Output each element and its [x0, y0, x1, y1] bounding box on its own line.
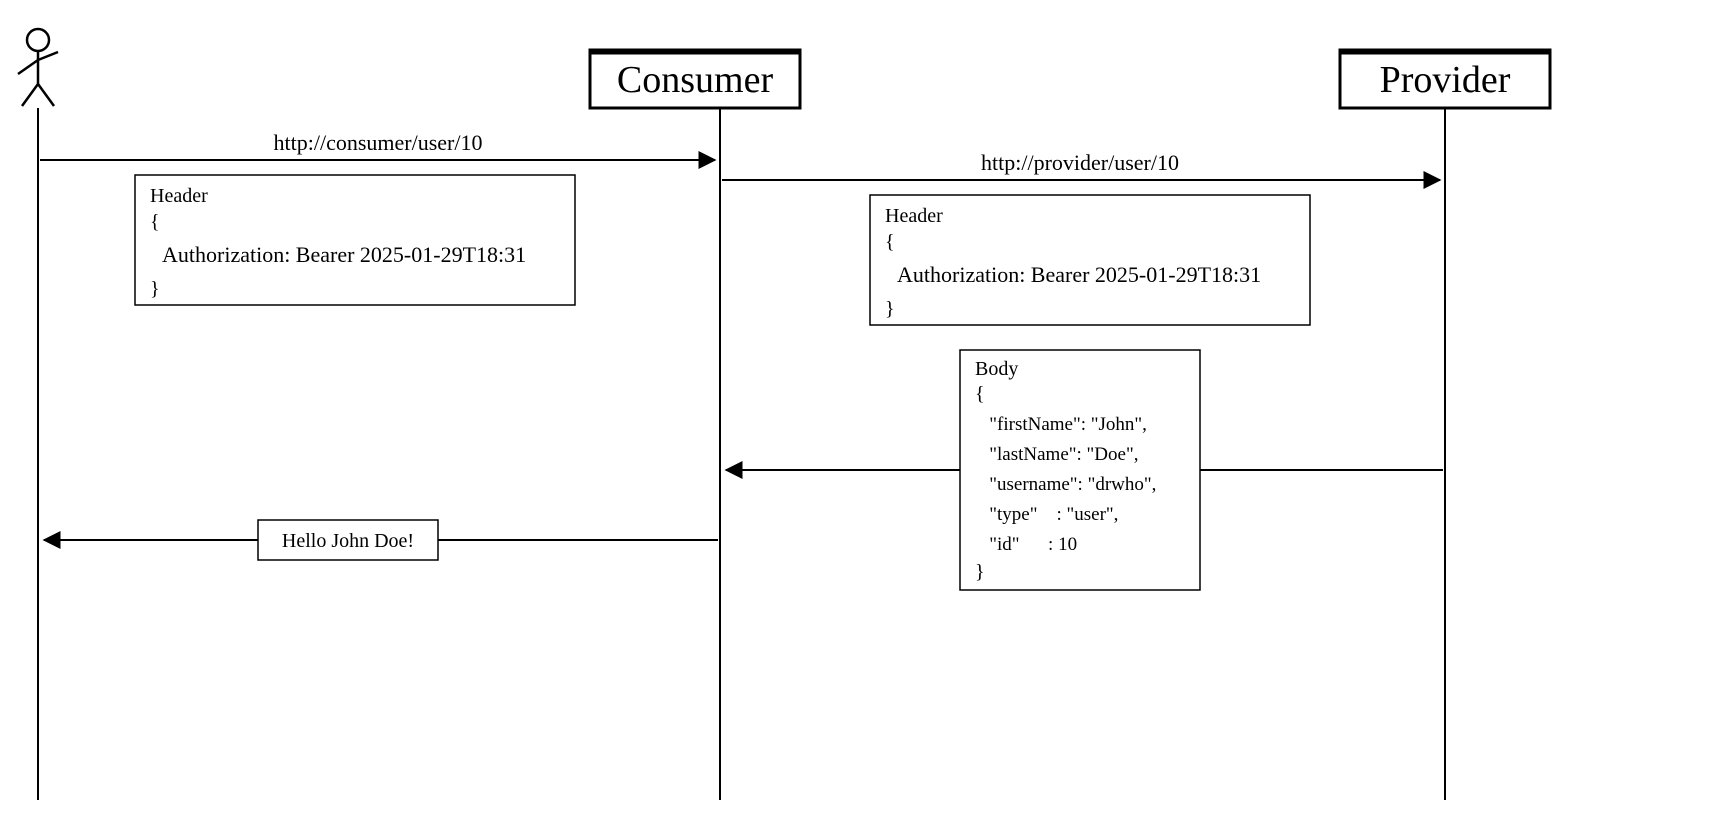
note-response: Hello John Doe! — [258, 520, 438, 560]
participant-consumer: Consumer — [590, 50, 800, 108]
msg-req-provider: http://provider/user/10 — [981, 150, 1179, 175]
msg-req-consumer: http://consumer/user/10 — [274, 130, 483, 155]
body-l4: "type" : "user", — [975, 504, 1118, 525]
consumer-label: Consumer — [617, 59, 774, 101]
brace-open: { — [885, 231, 895, 253]
note-title: Header — [885, 205, 943, 227]
auth-line: Authorization: Bearer 2025-01-29T18:31 — [897, 262, 1261, 287]
auth-line: Authorization: Bearer 2025-01-29T18:31 — [162, 242, 526, 267]
provider-label: Provider — [1380, 59, 1511, 101]
msg-resp-user: Hello John Doe! — [282, 530, 414, 552]
sequence-diagram: Consumer Provider http://consumer/user/1… — [0, 0, 1725, 833]
body-l2: "lastName": "Doe", — [975, 444, 1138, 465]
actor-icon — [18, 29, 58, 106]
note-header-provider: Header { Authorization: Bearer 2025-01-2… — [870, 195, 1310, 325]
note-header-consumer: Header { Authorization: Bearer 2025-01-2… — [135, 175, 575, 305]
brace-close: } — [885, 298, 895, 320]
body-l1: "firstName": "John", — [975, 414, 1147, 435]
brace-close: } — [975, 561, 985, 583]
participant-provider: Provider — [1340, 50, 1550, 108]
brace-open: { — [975, 383, 985, 405]
brace-close: } — [150, 278, 160, 300]
body-title: Body — [975, 358, 1018, 380]
body-l5: "id" : 10 — [975, 534, 1077, 555]
brace-open: { — [150, 211, 160, 233]
note-body: Body { "firstName": "John", "lastName": … — [960, 350, 1200, 590]
note-title: Header — [150, 185, 208, 207]
body-l3: "username": "drwho", — [975, 474, 1156, 495]
